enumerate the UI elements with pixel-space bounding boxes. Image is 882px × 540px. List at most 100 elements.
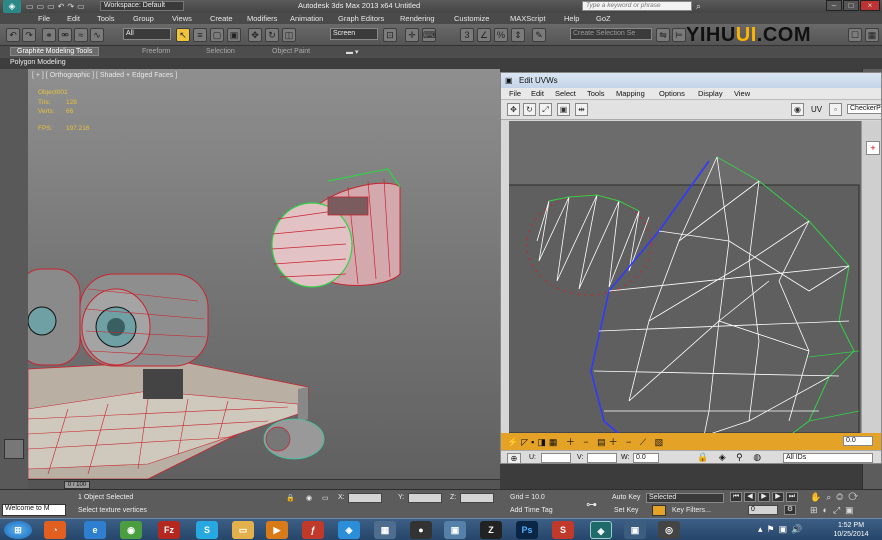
next-frame-icon[interactable]: ▶	[772, 492, 784, 502]
uvw-lock-icons[interactable]: 🔒 ◈ ⚲ ◍	[697, 452, 765, 463]
uvw-title-bar[interactable]: ▣ Edit UVWs	[501, 73, 881, 88]
select-rotate-icon[interactable]: ↻	[265, 28, 279, 42]
snagit-icon[interactable]: S	[552, 521, 574, 539]
viewport-nav-icons[interactable]: ✋⌕◎⟳	[810, 492, 863, 503]
ribbon-options-icon[interactable]: ▬ ▾	[346, 48, 358, 56]
key-filters-button[interactable]: Key Filters...	[672, 507, 711, 514]
bind-icon[interactable]: ≈	[74, 28, 88, 42]
uvw-menu-tools[interactable]: Tools	[587, 89, 605, 98]
set-keys-icon[interactable]	[652, 505, 666, 516]
redo-icon[interactable]: ↷	[22, 28, 36, 42]
uvw-menu-display[interactable]: Display	[698, 89, 723, 98]
texture-dropdown[interactable]: CheckerP	[847, 104, 881, 114]
set-key-button[interactable]: Set Key	[614, 507, 639, 514]
key-icon[interactable]: ⊶	[586, 498, 597, 511]
uv-editor-canvas[interactable]	[509, 121, 867, 463]
keyboard-shortcut-icon[interactable]: ⌨	[422, 28, 436, 42]
viewport-nav-icon[interactable]	[4, 439, 24, 459]
timeline[interactable]: 0 / 100	[28, 479, 500, 489]
chrome-icon[interactable]: ◉	[120, 521, 142, 539]
zbrush-icon[interactable]: Z	[480, 521, 502, 539]
percent-snap-icon[interactable]: %	[494, 28, 508, 42]
align-icon[interactable]: ⊨	[672, 28, 686, 42]
maximize-button[interactable]: □	[843, 0, 859, 11]
ie-icon[interactable]: e	[84, 521, 106, 539]
isolate-icon[interactable]: ▭	[322, 494, 329, 502]
menu-maxscript[interactable]: MAXScript	[510, 14, 545, 23]
scale-icon[interactable]: ⤢	[539, 103, 552, 116]
snaps-toggle-icon[interactable]: 3	[460, 28, 474, 42]
absolute-mode-icon[interactable]: ⊕	[507, 453, 521, 463]
tab-object-paint[interactable]: Object Paint	[272, 48, 310, 55]
minimize-button[interactable]: –	[826, 0, 842, 11]
link-icon[interactable]: ⚭	[42, 28, 56, 42]
mirror-icon[interactable]: ⇋	[656, 28, 670, 42]
play-icon[interactable]: ▶	[758, 492, 770, 502]
select-move-icon[interactable]: ✥	[248, 28, 262, 42]
menu-graph-editors[interactable]: Graph Editors	[338, 14, 384, 23]
render-setup-icon[interactable]: ☐	[848, 28, 862, 42]
menu-goz[interactable]: GoZ	[596, 14, 611, 23]
spinner-snap-icon[interactable]: ⇕	[511, 28, 525, 42]
select-scale-icon[interactable]: ◫	[282, 28, 296, 42]
uvw-menu-options[interactable]: Options	[659, 89, 685, 98]
y-coord-input[interactable]	[408, 493, 442, 503]
menu-help[interactable]: Help	[564, 14, 579, 23]
edit-named-sel-icon[interactable]: ✎	[532, 28, 546, 42]
x-coord-input[interactable]	[348, 493, 382, 503]
workspace-dropdown[interactable]: Workspace: Default	[100, 1, 184, 11]
menu-create[interactable]: Create	[210, 14, 233, 23]
quick-access-icons[interactable]: ▭▭▭↶↷▭	[26, 2, 96, 11]
previous-frame-icon[interactable]: ◀	[744, 492, 756, 502]
search-input[interactable]: Type a keyword or phrase	[582, 1, 692, 11]
select-object-icon[interactable]: ↖	[176, 28, 190, 42]
w-field[interactable]: 0.0	[633, 453, 659, 463]
menu-edit[interactable]: Edit	[67, 14, 80, 23]
unity-icon[interactable]: ◎	[658, 521, 680, 539]
v-field[interactable]	[587, 453, 617, 463]
menu-tools[interactable]: Tools	[97, 14, 115, 23]
photoshop-icon[interactable]: Ps	[516, 521, 538, 539]
angle-snap-icon[interactable]: ∠	[477, 28, 491, 42]
uv-icon[interactable]: ▣	[624, 521, 646, 539]
menu-file[interactable]: File	[38, 14, 50, 23]
go-to-end-icon[interactable]: ⏭	[786, 492, 798, 502]
filezilla-icon[interactable]: Fz	[158, 521, 180, 539]
menu-animation[interactable]: Animation	[290, 14, 323, 23]
select-by-name-icon[interactable]: ≡	[193, 28, 207, 42]
move-icon[interactable]: ✥	[507, 103, 520, 116]
perspective-viewport[interactable]: [ + ] [ Orthographic ] [ Shaded + Edged …	[28, 69, 500, 479]
tab-freeform[interactable]: Freeform	[142, 48, 170, 55]
video-icon[interactable]: ▣	[444, 521, 466, 539]
3dsmax-icon[interactable]: ◈	[590, 521, 612, 539]
mirror-icon[interactable]: ⇹	[575, 103, 588, 116]
u-field[interactable]	[541, 453, 571, 463]
add-icon[interactable]: +	[866, 141, 880, 155]
viewport-nav-icons-2[interactable]: ⊞◐⤢▣	[810, 505, 859, 516]
firefox-icon[interactable]: ◔	[44, 521, 66, 539]
z-coord-input[interactable]	[460, 493, 494, 503]
unlink-icon[interactable]: ⚮	[58, 28, 72, 42]
uvw-menu-edit[interactable]: Edit	[531, 89, 544, 98]
render-frame-icon[interactable]: ▦	[865, 28, 879, 42]
undo-icon[interactable]: ↶	[6, 28, 20, 42]
menu-views[interactable]: Views	[172, 14, 192, 23]
menu-group[interactable]: Group	[133, 14, 154, 23]
rect-region-icon[interactable]: ▢	[210, 28, 224, 42]
media-icon[interactable]: ▶	[266, 521, 288, 539]
uvw-menu-file[interactable]: File	[509, 89, 521, 98]
uvw-menu-mapping[interactable]: Mapping	[616, 89, 645, 98]
app-logo-icon[interactable]: ◈	[3, 0, 21, 13]
tab-graphite-modeling[interactable]: Graphite Modeling Tools	[10, 47, 100, 56]
freeform-icon[interactable]: ▣	[557, 103, 570, 116]
rotate-icon[interactable]: ↻	[523, 103, 536, 116]
uv-toggle-icon[interactable]: ▫	[829, 103, 842, 116]
checker-icon[interactable]: ◉	[791, 103, 804, 116]
dropbox-icon[interactable]: ◈	[338, 521, 360, 539]
window-crossing-icon[interactable]: ▣	[227, 28, 241, 42]
search-icon[interactable]: ⌕	[696, 1, 701, 12]
lock-selection-icon[interactable]: 🔒	[286, 494, 295, 502]
pivot-center-icon[interactable]: ⊡	[383, 28, 397, 42]
spacewarp-icon[interactable]: ∿	[90, 28, 104, 42]
current-frame-input[interactable]: 0	[748, 505, 778, 515]
